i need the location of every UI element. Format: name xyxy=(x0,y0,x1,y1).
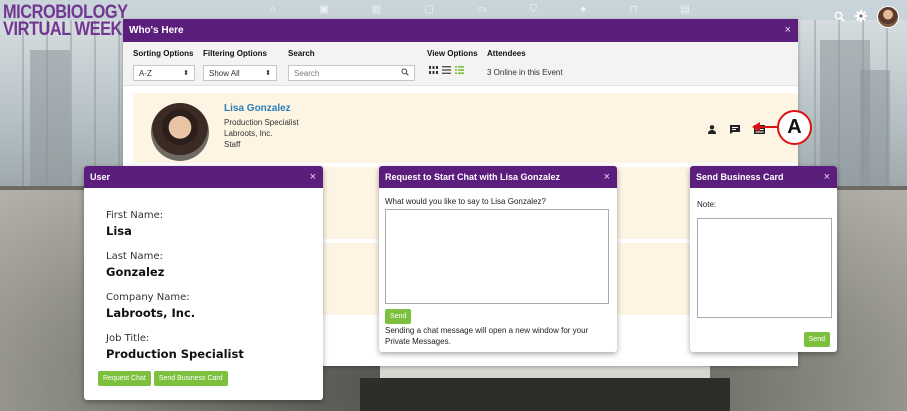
send-chat-button[interactable]: Send xyxy=(385,309,412,324)
globe-icon[interactable]: ● xyxy=(580,4,586,18)
request-chat-button[interactable]: Request Chat xyxy=(98,371,151,386)
briefcase-icon[interactable]: ⊓ xyxy=(630,4,638,18)
card-modal-header: Send Business Card × xyxy=(690,166,837,188)
sorting-label: Sorting Options xyxy=(133,49,194,58)
chat-prompt: What would you like to say to Lisa Gonza… xyxy=(385,197,546,206)
list-view-icon[interactable] xyxy=(442,66,451,74)
whos-here-title: Who's Here xyxy=(129,25,184,36)
top-right-controls xyxy=(834,6,899,28)
send-card-button[interactable]: Send xyxy=(803,332,830,347)
chat-message-input[interactable] xyxy=(385,209,609,304)
home-icon[interactable]: ⌂ xyxy=(270,4,276,18)
attendee-title: Production Specialist xyxy=(224,118,299,127)
last-name-value: Gonzalez xyxy=(106,265,165,279)
first-name-label: First Name: xyxy=(106,210,164,221)
send-business-card-button[interactable]: Send Business Card xyxy=(153,371,228,386)
chat-request-modal: Request to Start Chat with Lisa Gonzalez… xyxy=(379,166,617,352)
company-label: Company Name: xyxy=(106,292,190,303)
user-modal-title: User xyxy=(90,172,111,182)
company-value: Labroots, Inc. xyxy=(106,306,196,320)
filtering-value: Show All xyxy=(209,69,240,78)
search-placeholder: Search xyxy=(294,69,320,78)
filtering-label: Filtering Options xyxy=(203,49,267,58)
attendees-label: Attendees xyxy=(487,49,526,58)
info-icon[interactable]: ▣ xyxy=(319,4,328,18)
close-icon[interactable]: × xyxy=(785,24,791,36)
user-modal: User × First Name: Lisa Last Name: Gonza… xyxy=(84,166,323,400)
grid-view-icon[interactable] xyxy=(429,66,438,74)
close-icon[interactable]: × xyxy=(604,171,610,183)
select-caret-icon: ⬍ xyxy=(183,70,189,77)
gear-icon[interactable] xyxy=(855,9,867,25)
user-avatar[interactable] xyxy=(877,6,899,28)
callout-badge: A xyxy=(777,110,812,145)
chat-icon[interactable]: ▤ xyxy=(680,4,689,18)
chat-modal-header: Request to Start Chat with Lisa Gonzalez… xyxy=(379,166,617,188)
chat-modal-title: Request to Start Chat with Lisa Gonzalez xyxy=(385,172,561,182)
last-name-label: Last Name: xyxy=(106,251,163,262)
attendee-row[interactable]: Lisa Gonzalez Production Specialist Labr… xyxy=(133,93,798,163)
cart-icon[interactable]: ⛉ xyxy=(530,4,538,18)
search-icon[interactable] xyxy=(834,10,845,25)
user-icon[interactable] xyxy=(708,125,716,134)
select-caret-icon: ⬍ xyxy=(265,70,271,77)
stats-icon[interactable]: ▥ xyxy=(372,4,381,18)
job-title-value: Production Specialist xyxy=(106,347,244,361)
event-logo[interactable]: MICROBIOLOGY VIRTUAL WEEK xyxy=(3,3,128,40)
note-label: Note: xyxy=(697,200,717,209)
callout-arrowhead xyxy=(752,122,760,132)
whos-here-toolbar: Sorting Options A-Z ⬍ Filtering Options … xyxy=(123,42,798,86)
attendee-company: Labroots, Inc. xyxy=(224,129,273,138)
search-input[interactable]: Search xyxy=(288,65,415,81)
chat-note: Sending a chat message will open a new w… xyxy=(385,326,589,346)
attendee-photo xyxy=(151,103,209,161)
close-icon[interactable]: × xyxy=(824,171,830,183)
booth-icon[interactable]: ▢ xyxy=(424,4,433,18)
view-options-label: View Options xyxy=(427,49,478,58)
search-label: Search xyxy=(288,49,315,58)
filtering-select[interactable]: Show All ⬍ xyxy=(203,65,277,81)
detail-view-icon[interactable] xyxy=(455,66,464,74)
attendee-role: Staff xyxy=(224,140,241,149)
search-icon[interactable] xyxy=(401,68,409,78)
view-options xyxy=(429,66,464,74)
logo-line-2: VIRTUAL WEEK xyxy=(3,19,122,40)
top-nav: ⌂ ▣ ▥ ▢ ▭ ⛉ ● ⊓ ▤ xyxy=(270,4,690,18)
whos-here-header: Who's Here × xyxy=(123,19,798,42)
close-icon[interactable]: × xyxy=(310,171,316,183)
business-card-modal: Send Business Card × Note: Send xyxy=(690,166,837,352)
video-icon[interactable]: ▭ xyxy=(477,4,486,18)
user-modal-header: User × xyxy=(84,166,323,188)
job-title-label: Job Title: xyxy=(106,333,150,344)
chat-bubble-icon[interactable] xyxy=(730,125,740,134)
card-modal-title: Send Business Card xyxy=(696,172,784,182)
first-name-value: Lisa xyxy=(106,224,132,238)
sorting-value: A-Z xyxy=(139,69,152,78)
stage-base xyxy=(360,378,730,411)
attendee-name[interactable]: Lisa Gonzalez xyxy=(224,103,291,114)
card-note-input[interactable] xyxy=(697,218,832,318)
attendees-count: 3 Online in this Event xyxy=(487,68,563,77)
sorting-select[interactable]: A-Z ⬍ xyxy=(133,65,195,81)
